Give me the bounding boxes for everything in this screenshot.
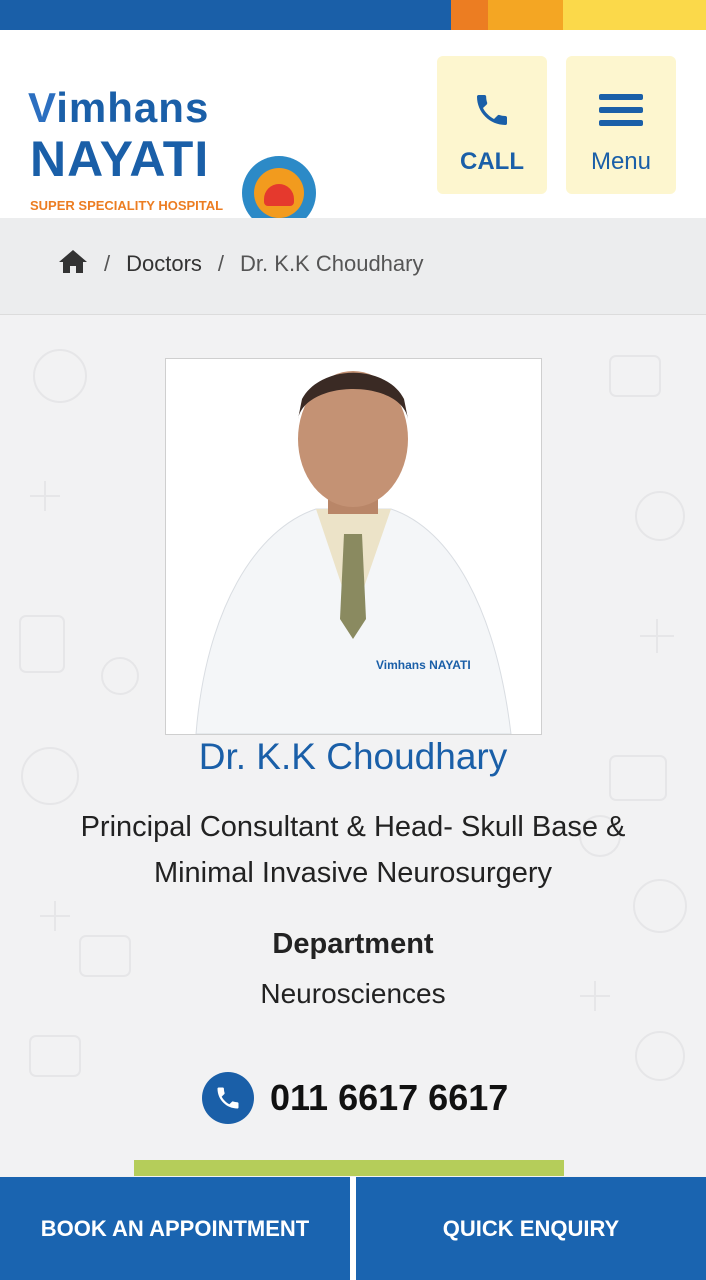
logo-brand-top: Vimhans xyxy=(28,84,210,131)
breadcrumb-bar: / Doctors / Dr. K.K Choudhary xyxy=(0,218,706,315)
doctor-photo: Vimhans NAYATI xyxy=(165,358,542,735)
breadcrumb-doctors-link[interactable]: Doctors xyxy=(126,251,202,277)
doctor-name: Dr. K.K Choudhary xyxy=(198,736,508,777)
call-label: CALL xyxy=(460,148,524,175)
logo-brand-sub: SUPER SPECIALITY HOSPITAL xyxy=(30,198,224,213)
department-value: Neurosciences xyxy=(260,978,446,1009)
home-icon[interactable] xyxy=(58,248,88,280)
quick-enquiry-button[interactable]: QUICK ENQUIRY xyxy=(356,1177,706,1280)
menu-label: Menu xyxy=(590,148,652,175)
coat-logo: Vimhans NAYATI xyxy=(376,658,471,672)
phone-number: 011 6617 6617 xyxy=(270,1077,509,1118)
stripe-blue xyxy=(0,0,451,30)
phone-link[interactable]: 011 6617 6617 xyxy=(202,1072,508,1124)
menu-button[interactable]: Menu xyxy=(566,56,676,194)
green-accent-strip xyxy=(134,1160,564,1176)
top-color-stripe xyxy=(0,0,706,30)
book-appointment-button[interactable]: BOOK AN APPOINTMENT xyxy=(0,1177,350,1280)
logo-brand-main: NAYATI xyxy=(30,131,210,187)
breadcrumb-separator: / xyxy=(217,251,225,276)
bottom-action-bar: BOOK AN APPOINTMENT QUICK ENQUIRY xyxy=(0,1177,706,1280)
breadcrumb: / Doctors / Dr. K.K Choudhary xyxy=(58,248,423,280)
phone-icon xyxy=(437,90,547,130)
call-button[interactable]: CALL xyxy=(437,56,547,194)
stripe-orange xyxy=(451,0,488,30)
breadcrumb-current: Dr. K.K Choudhary xyxy=(240,251,424,276)
stripe-amber xyxy=(488,0,563,30)
phone-circle-icon xyxy=(202,1072,254,1124)
hospital-logo[interactable]: Vimhans NAYATI SUPER SPECIALITY HOSPITAL xyxy=(28,60,318,230)
doctor-profile: Vimhans NAYATI Dr. K.K Choudhary Princip… xyxy=(0,316,706,1176)
breadcrumb-separator: / xyxy=(104,251,111,276)
stripe-yellow xyxy=(563,0,706,30)
department-label: Department xyxy=(272,928,434,960)
hamburger-menu-icon xyxy=(566,90,676,130)
site-header: Vimhans NAYATI SUPER SPECIALITY HOSPITAL… xyxy=(0,30,706,230)
doctor-designation: Principal Consultant & Head- Skull Base … xyxy=(80,811,626,889)
